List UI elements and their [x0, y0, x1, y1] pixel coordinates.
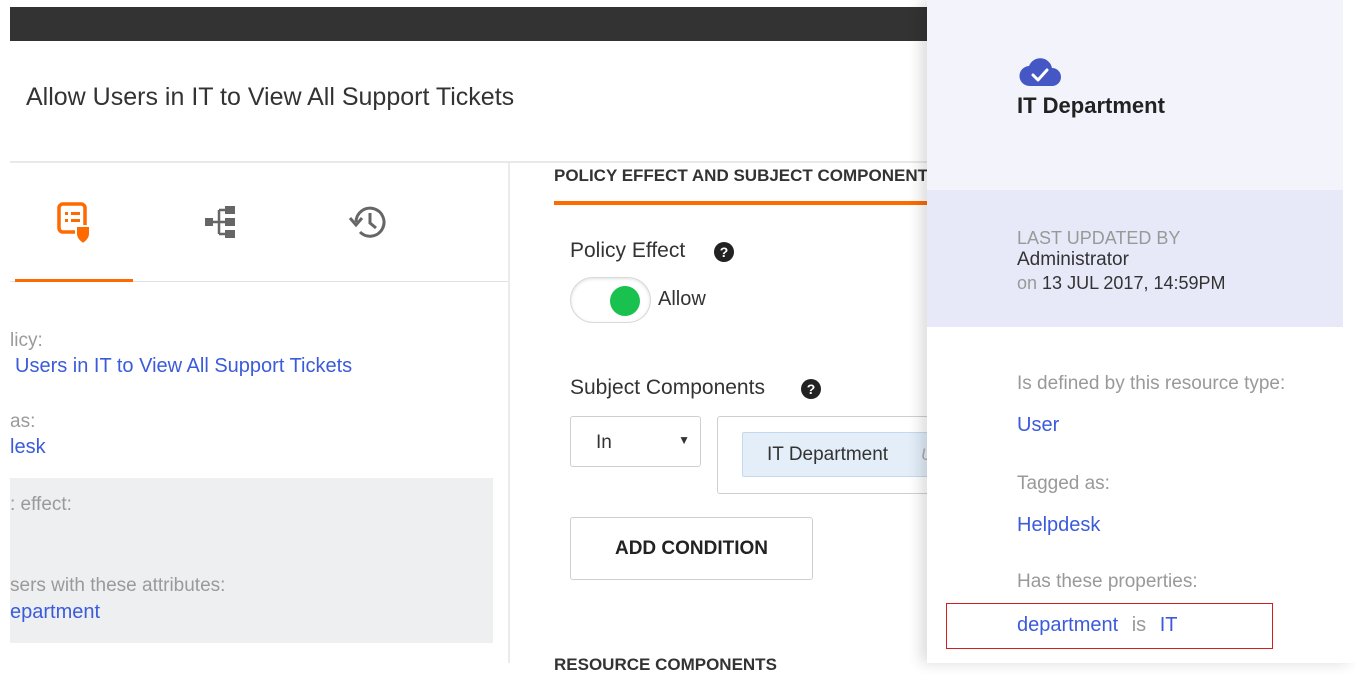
last-updated-label: LAST UPDATED BY: [1017, 228, 1181, 248]
drawer-meta: LAST UPDATED BY Administrator on 13 JUL …: [927, 190, 1343, 327]
tab-policy-details[interactable]: [15, 190, 133, 282]
tab-hierarchy[interactable]: [162, 190, 280, 282]
tab-history[interactable]: [309, 190, 427, 282]
policy-name-label: licy:: [10, 330, 43, 351]
add-condition-button[interactable]: ADD CONDITION: [570, 517, 813, 580]
drawer-title: IT Department: [1017, 93, 1165, 118]
subject-chip-label: IT Department: [767, 444, 889, 465]
effect-summary-box: : effect: sers with these attributes: ep…: [10, 478, 493, 643]
policy-effect-label: Policy Effect: [570, 239, 686, 262]
updated-at: 13 JUL 2017, 14:59PM: [1042, 273, 1226, 293]
drawer-tagged-label: Tagged as:: [1017, 473, 1110, 494]
property-name[interactable]: department: [1017, 614, 1118, 636]
resource-type-link[interactable]: User: [1017, 414, 1059, 437]
resource-type-label: Is defined by this resource type:: [1017, 373, 1286, 394]
property-value[interactable]: IT: [1160, 614, 1178, 636]
policy-name-link[interactable]: Users in IT to View All Support Tickets: [15, 355, 352, 378]
updated-at-line: on 13 JUL 2017, 14:59PM: [1017, 273, 1226, 294]
subject-chip[interactable]: IT Department U: [742, 432, 930, 477]
policy-shield-icon: [57, 202, 91, 246]
top-nav-bar: [10, 7, 930, 41]
help-icon[interactable]: ?: [801, 379, 821, 399]
details-drawer: IT Department LAST UPDATED BY Administra…: [927, 0, 1355, 663]
history-icon: [348, 206, 386, 238]
tagged-label: as:: [10, 411, 36, 432]
toggle-knob: [610, 286, 640, 316]
resource-components-title: RESOURCE COMPONENTS: [554, 655, 777, 674]
section-underline: [554, 201, 928, 205]
properties-label: Has these properties:: [1017, 571, 1198, 592]
subject-tag-input[interactable]: IT Department U: [717, 416, 931, 494]
panel-divider: [508, 163, 510, 663]
users-attribute-link[interactable]: epartment: [10, 601, 100, 624]
chevron-down-icon: ▼: [678, 433, 690, 447]
help-icon[interactable]: ?: [714, 242, 734, 262]
policy-effect-value: Allow: [658, 288, 706, 310]
drawer-header: IT Department: [927, 0, 1343, 190]
updated-by: Administrator: [1017, 249, 1129, 270]
on-label: on: [1017, 273, 1038, 293]
operator-value: In: [596, 432, 612, 453]
left-panel-tabs: [10, 190, 508, 282]
header-divider: [10, 161, 930, 163]
property-operator: is: [1131, 614, 1147, 636]
page-title: Allow Users in IT to View All Support Ti…: [26, 83, 515, 111]
hierarchy-icon: [205, 206, 235, 238]
drawer-tagged-link[interactable]: Helpdesk: [1017, 514, 1100, 537]
subject-components-label: Subject Components: [570, 376, 765, 399]
section-title: POLICY EFFECT AND SUBJECT COMPONENTS: [554, 166, 928, 185]
operator-select[interactable]: In ▼: [570, 416, 701, 467]
users-attributes-label: sers with these attributes:: [10, 575, 226, 596]
cloud-check-icon: [1019, 58, 1061, 87]
policy-effect-toggle[interactable]: [570, 277, 651, 323]
effect-label: : effect:: [10, 494, 72, 515]
property-row: department is IT: [1017, 614, 1178, 637]
tagged-link[interactable]: lesk: [10, 436, 46, 459]
